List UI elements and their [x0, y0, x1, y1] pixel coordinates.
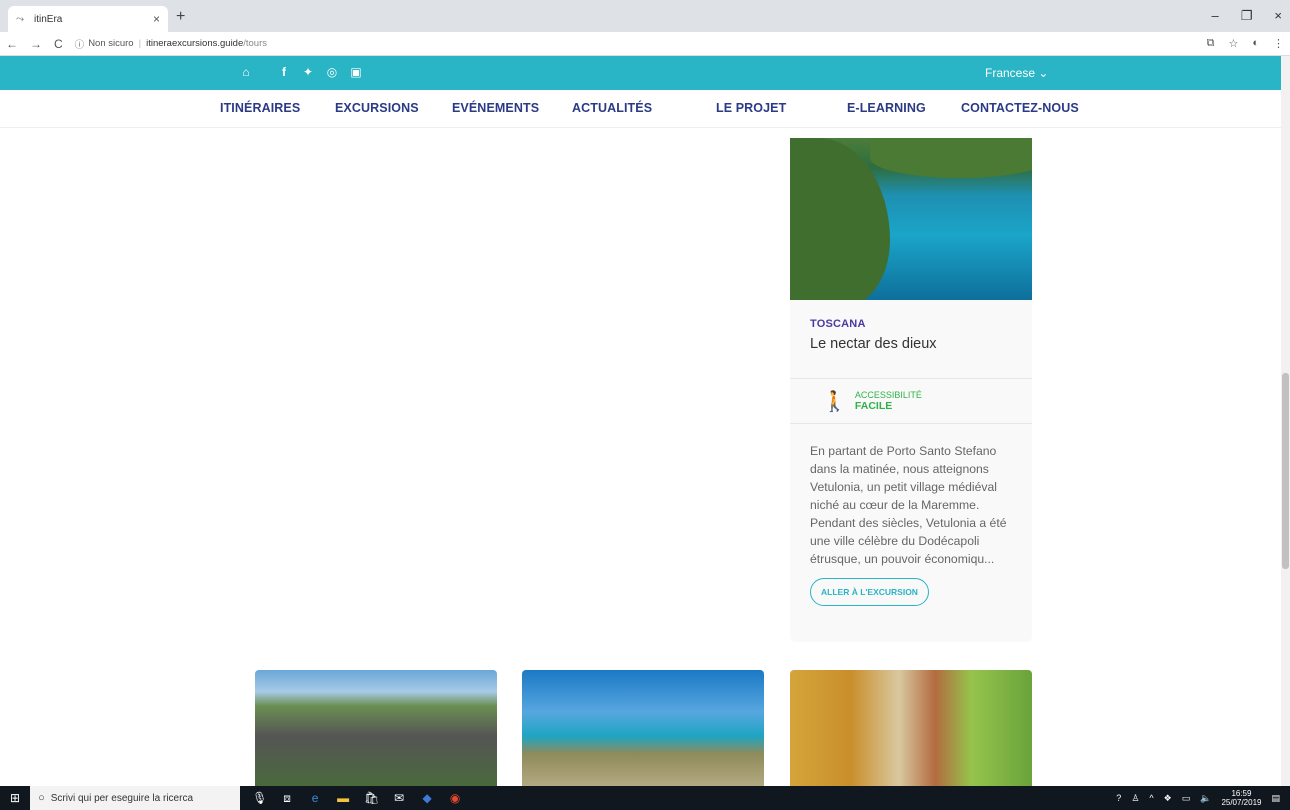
- dropbox-tray-icon[interactable]: ❖: [1164, 793, 1172, 804]
- image-headland: [870, 138, 1032, 178]
- clock-time: 16:59: [1231, 789, 1252, 798]
- youtube-icon[interactable]: ▣: [350, 65, 362, 79]
- taskbar-search[interactable]: ○ Scrivi qui per eseguire la ricerca: [30, 786, 241, 810]
- browser-tab[interactable]: ⤳ itinEra ×: [8, 6, 168, 32]
- twitter-icon[interactable]: ✦: [302, 65, 314, 79]
- browser-tabbar: ⤳ itinEra × + – ❐ ×: [0, 0, 1290, 32]
- back-button[interactable]: ←: [6, 37, 18, 51]
- address-bar: ← → C ⓘ Non sicuro | itineraexcursions.g…: [0, 32, 1290, 56]
- tab-title: itinEra: [34, 13, 63, 25]
- windows-start-icon[interactable]: ⊞: [10, 791, 20, 805]
- url-field[interactable]: ⓘ Non sicuro | itineraexcursions.guide /…: [75, 34, 1207, 54]
- restore-button[interactable]: ❐: [1241, 8, 1253, 24]
- info-icon[interactable]: ⓘ: [75, 37, 85, 51]
- nav-actualites[interactable]: ACTUALITÉS: [572, 101, 652, 115]
- favicon-icon: ⤳: [16, 13, 24, 25]
- accessibility-label: ACCESSIBILITÉ: [854, 390, 922, 400]
- notifications-icon[interactable]: ▤: [1271, 793, 1280, 804]
- taskbar-search-placeholder: Scrivi qui per eseguire la ricerca: [50, 792, 193, 804]
- store-icon[interactable]: 🛍: [364, 791, 379, 806]
- forward-button[interactable]: →: [30, 37, 42, 51]
- nav-e-learning[interactable]: E-LEARNING: [847, 101, 926, 115]
- walking-person-icon: 🚶: [822, 390, 847, 413]
- new-tab-button[interactable]: +: [176, 8, 185, 26]
- tab-close-button[interactable]: ×: [153, 12, 160, 26]
- minimize-button[interactable]: –: [1212, 8, 1219, 24]
- social-links: ⌂ f ✦ ◎ ▣: [240, 65, 362, 79]
- accessibility-level: FACILE: [854, 400, 893, 412]
- instagram-icon[interactable]: ◎: [326, 65, 338, 79]
- url-path: /tours: [243, 38, 268, 49]
- chrome-icon[interactable]: ◉: [448, 791, 462, 806]
- tour-title[interactable]: Le nectar des dieux: [810, 336, 1012, 352]
- windows-taskbar: ⊞ ○ Scrivi qui per eseguire la ricerca 🎙…: [0, 786, 1290, 810]
- page-scrollbar[interactable]: [1281, 56, 1290, 786]
- edge-icon[interactable]: e: [308, 791, 322, 806]
- nav-excursions[interactable]: EXCURSIONS: [335, 101, 419, 115]
- nav-evenements[interactable]: EVÉNEMENTS: [452, 101, 539, 115]
- nav-contactez-nous[interactable]: CONTACTEZ-NOUS: [961, 101, 1079, 115]
- system-clock[interactable]: 16:59 25/07/2019: [1221, 789, 1261, 807]
- tour-thumbnail-village-street[interactable]: [790, 670, 1032, 786]
- window-controls: – ❐ ×: [1212, 8, 1282, 24]
- main-navigation: ITINÉRAIRES EXCURSIONS EVÉNEMENTS ACTUAL…: [0, 90, 1281, 128]
- task-view-icon[interactable]: ⧈: [280, 791, 294, 806]
- reload-button[interactable]: C: [54, 37, 63, 51]
- tours-content: TOSCANA Le nectar des dieux 🚶 ACCESSIBIL…: [0, 128, 1281, 786]
- bookmark-star-icon[interactable]: ☆: [1228, 37, 1238, 50]
- file-explorer-icon[interactable]: ▬: [336, 791, 350, 806]
- accessibility-row: 🚶 ACCESSIBILITÉ FACILE: [790, 378, 1032, 424]
- people-icon[interactable]: ♙: [1131, 793, 1139, 804]
- tour-card: TOSCANA Le nectar des dieux 🚶 ACCESSIBIL…: [790, 138, 1032, 642]
- profile-icon[interactable]: ◐: [1252, 37, 1259, 50]
- url-host: itineraexcursions.guide: [146, 38, 244, 49]
- mail-icon[interactable]: ✉: [392, 791, 406, 806]
- network-icon[interactable]: ▭: [1182, 793, 1191, 804]
- language-selector[interactable]: Francese ⌄: [985, 66, 1048, 80]
- show-hidden-icons-icon[interactable]: ^: [1149, 793, 1153, 803]
- menu-kebab-icon[interactable]: ⋮: [1273, 37, 1284, 50]
- site-topbar: ⌂ f ✦ ◎ ▣ Francese ⌄: [0, 56, 1281, 90]
- cortana-icon: ○: [38, 792, 45, 804]
- nav-le-projet[interactable]: LE PROJET: [716, 101, 786, 115]
- not-secure-label: Non sicuro: [88, 38, 134, 49]
- translate-icon[interactable]: ⧉: [1207, 37, 1215, 50]
- help-icon[interactable]: ?: [1116, 793, 1121, 803]
- tour-card-body: TOSCANA Le nectar des dieux 🚶 ACCESSIBIL…: [790, 300, 1032, 606]
- nav-itineraires[interactable]: ITINÉRAIRES: [220, 101, 300, 115]
- dropbox-icon[interactable]: ◆: [420, 791, 434, 806]
- go-to-excursion-button[interactable]: ALLER À L'EXCURSION: [810, 578, 929, 606]
- home-icon[interactable]: ⌂: [240, 65, 252, 79]
- scrollbar-thumb[interactable]: [1282, 373, 1289, 569]
- system-tray: ? ♙ ^ ❖ ▭ 🔈 16:59 25/07/2019 ▤: [1116, 789, 1280, 807]
- tour-description: En partant de Porto Santo Stefano dans l…: [810, 444, 1007, 566]
- tour-region: TOSCANA: [810, 318, 866, 330]
- taskbar-apps: 🎙 ⧈ e ▬ 🛍 ✉ ◆ ◉: [252, 791, 462, 806]
- address-bar-icons: ⧉ ☆ ◐ ⋮: [1207, 37, 1284, 50]
- close-window-button[interactable]: ×: [1274, 8, 1282, 24]
- volume-icon[interactable]: 🔈: [1200, 793, 1211, 804]
- clock-date: 25/07/2019: [1221, 798, 1262, 807]
- accessibility-text: ACCESSIBILITÉ FACILE: [855, 390, 922, 412]
- microphone-icon[interactable]: 🎙: [252, 791, 267, 806]
- tour-thumbnail-coast-tower[interactable]: [522, 670, 764, 786]
- url-separator: |: [138, 38, 142, 49]
- tour-thumbnail-castle[interactable]: [255, 670, 497, 786]
- tour-image[interactable]: [790, 138, 1032, 300]
- facebook-icon[interactable]: f: [278, 65, 290, 79]
